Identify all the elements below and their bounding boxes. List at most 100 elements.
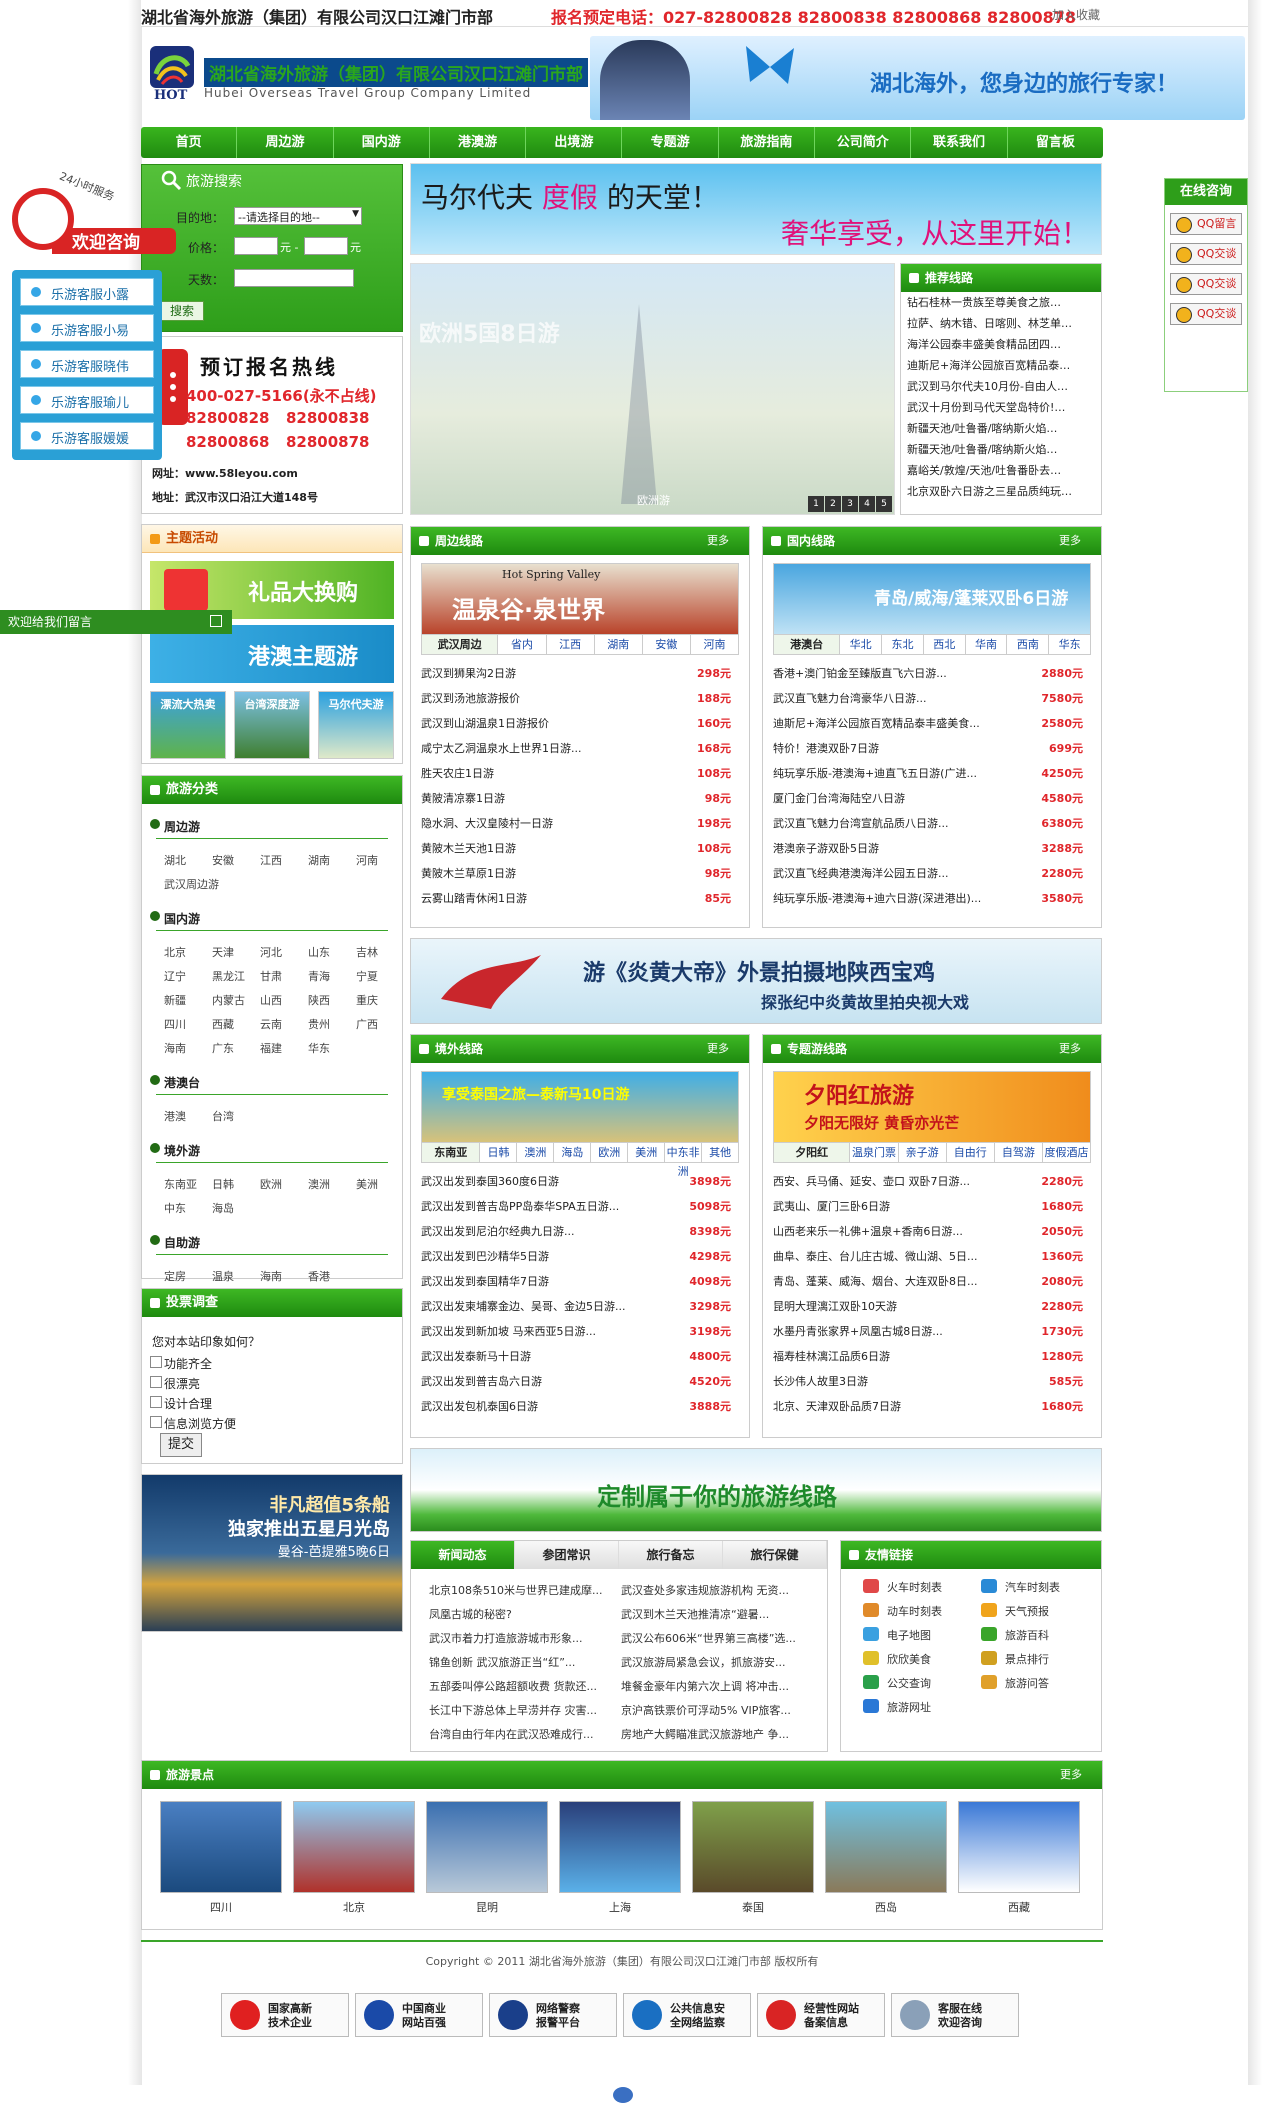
cruise-ad[interactable]: 非凡超值5条船 独家推出五星月光岛 曼谷-芭提雅5晚6日 xyxy=(141,1474,403,1632)
route-tab[interactable]: 夕阳红 xyxy=(774,1143,851,1162)
route-name[interactable]: 武汉到汤池旅游报价 xyxy=(421,692,520,705)
friend-link[interactable]: 公交查询 xyxy=(863,1675,931,1691)
price-max-input[interactable] xyxy=(304,237,348,255)
category-item[interactable]: 新疆 xyxy=(164,992,186,1008)
nav-item[interactable]: 公司简介 xyxy=(815,127,912,158)
route-banner[interactable]: Hot Spring Valley 温泉谷·泉世界 xyxy=(421,563,739,635)
route-name[interactable]: 胜天农庄1日游 xyxy=(421,767,494,780)
route-tab[interactable]: 华东 xyxy=(1049,635,1090,654)
route-tab[interactable]: 港澳台 xyxy=(774,635,841,654)
category-item[interactable]: 陕西 xyxy=(308,992,330,1008)
category-item[interactable]: 河北 xyxy=(260,944,282,960)
news-item[interactable]: 北京108条510米与世界已建成摩... xyxy=(429,1579,629,1603)
category-item[interactable]: 港澳 xyxy=(164,1108,186,1124)
route-tab[interactable]: 河南 xyxy=(691,635,738,654)
qq-chat-button[interactable]: QQ交谈 xyxy=(1170,273,1242,295)
route-tab[interactable]: 自驾游 xyxy=(995,1143,1043,1162)
category-item[interactable]: 美洲 xyxy=(356,1176,378,1192)
news-tab[interactable]: 旅行保健 xyxy=(723,1541,827,1569)
friend-link[interactable]: 天气预报 xyxy=(981,1603,1049,1619)
route-row[interactable]: 长沙伟人故里3日游 585元 xyxy=(773,1369,1091,1394)
category-item[interactable]: 河南 xyxy=(356,852,378,868)
route-row[interactable]: 隐水洞、大汉皇陵村一日游 198元 xyxy=(421,811,739,836)
qq-chat-button[interactable]: QQ留言 xyxy=(1170,213,1242,235)
route-name[interactable]: 北京、天津双卧品质7日游 xyxy=(773,1400,901,1413)
slide-page-button[interactable]: 4 xyxy=(859,496,875,512)
news-tab[interactable]: 参团常识 xyxy=(515,1541,619,1569)
category-item[interactable]: 四川 xyxy=(164,1016,186,1032)
more-link[interactable]: 更多 xyxy=(1059,1035,1081,1063)
route-name[interactable]: 武汉到狮果沟2日游 xyxy=(421,667,516,680)
news-item[interactable]: 武汉旅游局紧急会议，抓旅游安... xyxy=(621,1651,821,1675)
slide-page-button[interactable]: 3 xyxy=(842,496,858,512)
news-item[interactable]: 台湾自由行年内在武汉恐难成行... xyxy=(429,1723,629,1747)
category-item[interactable]: 湖南 xyxy=(308,852,330,868)
price-min-input[interactable] xyxy=(234,237,278,255)
category-item[interactable]: 山东 xyxy=(308,944,330,960)
service-agent-item[interactable]: 乐游客服瑜儿 xyxy=(20,386,154,414)
route-name[interactable]: 武汉出发到尼泊尔经典九日游... xyxy=(421,1225,575,1238)
category-item[interactable]: 台湾 xyxy=(212,1108,234,1124)
route-tab[interactable]: 华北 xyxy=(840,635,883,654)
route-name[interactable]: 黄陂清凉寨1日游 xyxy=(421,792,505,805)
route-row[interactable]: 昆明大理漓江双卧10天游 2280元 xyxy=(773,1294,1091,1319)
route-tab[interactable]: 西北 xyxy=(924,635,966,654)
route-row[interactable]: 黄陂木兰天池1日游 108元 xyxy=(421,836,739,861)
add-favorite-link[interactable]: 加入收藏 xyxy=(1052,6,1100,23)
route-tab[interactable]: 东南亚 xyxy=(422,1143,481,1162)
news-tab[interactable]: 新闻动态 xyxy=(411,1541,515,1569)
recommend-item[interactable]: 新疆天池/吐鲁番/喀纳斯火焰… xyxy=(901,418,1101,439)
message-bar[interactable]: 欢迎给我们留言 xyxy=(0,610,232,634)
route-tab[interactable]: 中东非洲 xyxy=(665,1143,703,1178)
route-name[interactable]: 武汉出发到普吉岛六日游 xyxy=(421,1375,542,1388)
category-item[interactable]: 香港 xyxy=(308,1268,330,1284)
route-tab[interactable]: 澳洲 xyxy=(517,1143,555,1162)
route-tab[interactable]: 江西 xyxy=(547,635,595,654)
route-row[interactable]: 纯玩享乐版-港澳海+迪直飞五日游(广进... 4250元 xyxy=(773,761,1091,786)
route-tab[interactable]: 华南 xyxy=(966,635,1008,654)
route-tab[interactable]: 日韩 xyxy=(480,1143,518,1162)
news-item[interactable]: 武汉查处多家违规旅游机构 无资... xyxy=(621,1579,821,1603)
route-row[interactable]: 厦门金门台湾海陆空八日游 4580元 xyxy=(773,786,1091,811)
paw-icon[interactable] xyxy=(613,2087,633,2103)
route-tab[interactable]: 其他 xyxy=(702,1143,738,1162)
route-row[interactable]: 武汉直飞经典港澳海洋公园五日游... 2280元 xyxy=(773,861,1091,886)
route-name[interactable]: 武汉出发到泰国360度6日游 xyxy=(421,1175,559,1188)
category-item[interactable]: 海南 xyxy=(260,1268,282,1284)
category-group-title[interactable]: 周边游 xyxy=(149,818,200,835)
more-link[interactable]: 更多 xyxy=(707,1035,729,1063)
category-item[interactable]: 欧洲 xyxy=(260,1176,282,1192)
scenic-caption[interactable]: 北京 xyxy=(293,1899,415,1915)
route-banner[interactable]: 享受泰国之旅—泰新马10日游 xyxy=(421,1071,739,1143)
route-row[interactable]: 武汉出发到普吉岛PP岛泰华SPA五日游... 5098元 xyxy=(421,1194,739,1219)
route-name[interactable]: 纯玩享乐版-港澳海+迪六日游(深进港出)... xyxy=(773,892,981,905)
dest-select[interactable]: --请选择目的地-- ▼ xyxy=(234,207,362,225)
poll-option[interactable]: 设计合理 xyxy=(149,1395,212,1412)
footer-badge[interactable]: 经营性网站 备案信息 xyxy=(757,1993,885,2037)
days-input[interactable] xyxy=(234,269,354,287)
route-row[interactable]: 武汉直飞魅力台湾豪华八日游... 7580元 xyxy=(773,686,1091,711)
route-row[interactable]: 武汉出发包机泰国6日游 3888元 xyxy=(421,1394,739,1419)
service-agent-item[interactable]: 乐游客服小露 xyxy=(20,278,154,306)
route-row[interactable]: 纯玩享乐版-港澳海+迪六日游(深进港出)... 3580元 xyxy=(773,886,1091,911)
nav-item[interactable]: 国内游 xyxy=(334,127,430,158)
route-name[interactable]: 香港+澳门铂金至臻版直飞六日游... xyxy=(773,667,947,680)
friend-link[interactable]: 旅游问答 xyxy=(981,1675,1049,1691)
nav-item[interactable]: 专题游 xyxy=(622,127,719,158)
friend-link[interactable]: 景点排行 xyxy=(981,1651,1049,1667)
friend-link[interactable]: 动车时刻表 xyxy=(863,1603,942,1619)
nav-item[interactable]: 周边游 xyxy=(237,127,334,158)
category-item[interactable]: 广东 xyxy=(212,1040,234,1056)
news-item[interactable]: 武汉市着力打造旅游城市形象... xyxy=(429,1627,629,1651)
route-name[interactable]: 武汉出发柬埔寨金边、吴哥、金边5日游... xyxy=(421,1300,626,1313)
scenic-caption[interactable]: 四川 xyxy=(160,1899,282,1915)
route-row[interactable]: 咸宁太乙洞温泉水上世界1日游... 168元 xyxy=(421,736,739,761)
route-tab[interactable]: 欧洲 xyxy=(591,1143,629,1162)
category-item[interactable]: 贵州 xyxy=(308,1016,330,1032)
route-row[interactable]: 曲阜、泰庄、台儿庄古城、微山湖、5日... 1360元 xyxy=(773,1244,1091,1269)
route-banner[interactable]: 夕阳红旅游 夕阳无限好 黄昏亦光芒 xyxy=(773,1071,1091,1143)
category-item[interactable]: 黑龙江 xyxy=(212,968,245,984)
category-item[interactable]: 定房 xyxy=(164,1268,186,1284)
recommend-item[interactable]: 嘉峪关/敦煌/天池/吐鲁番卧去… xyxy=(901,460,1101,481)
category-item[interactable]: 福建 xyxy=(260,1040,282,1056)
